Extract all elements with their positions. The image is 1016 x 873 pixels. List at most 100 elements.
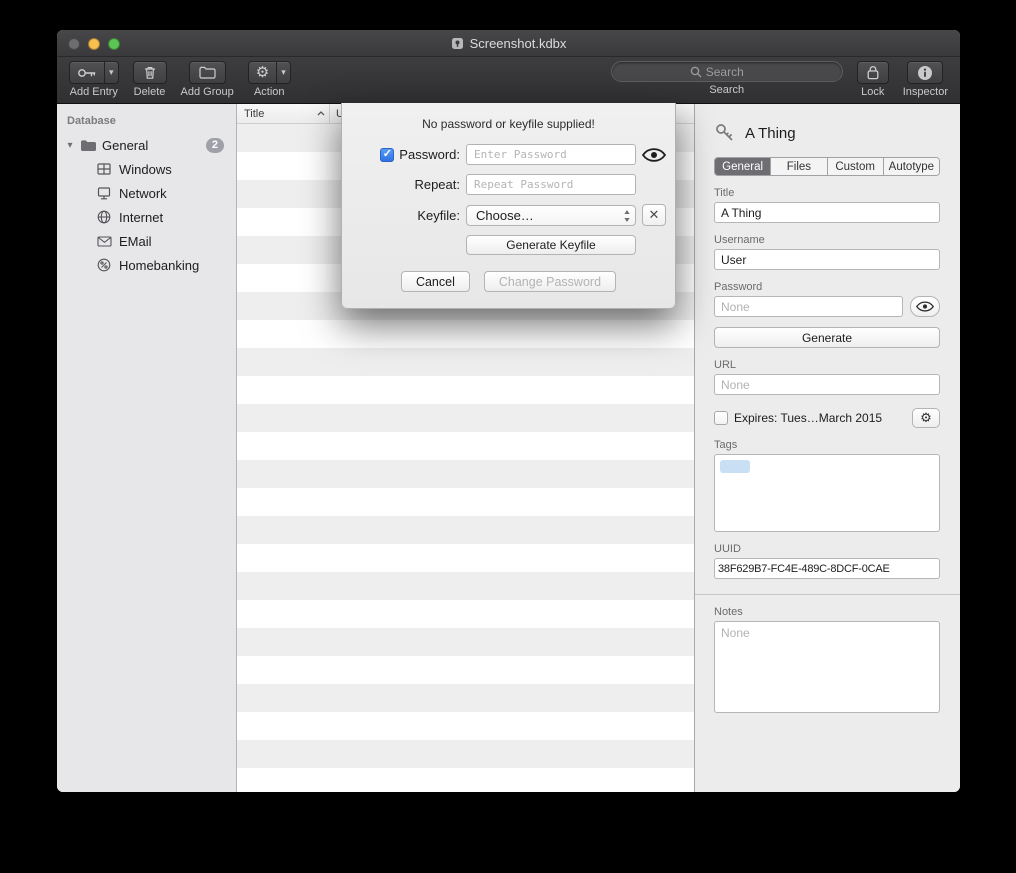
- app-window: Screenshot.kdbx ▾ Add Entry: [57, 30, 960, 792]
- sidebar-item-windows[interactable]: Windows: [57, 157, 236, 181]
- add-group-button[interactable]: [189, 61, 226, 84]
- expires-options-button[interactable]: ⚙: [912, 408, 940, 428]
- column-header-title[interactable]: Title: [237, 104, 330, 123]
- keyfile-popup-value: Choose…: [476, 208, 534, 223]
- url-input[interactable]: [714, 374, 940, 395]
- generate-button-label: Generate: [802, 331, 852, 345]
- entry-title: A Thing: [745, 125, 796, 142]
- sidebar-item-label: Internet: [119, 210, 163, 225]
- disclosure-triangle-icon[interactable]: ▾: [65, 140, 75, 151]
- close-window-button[interactable]: [68, 38, 80, 50]
- dialog-repeat-input[interactable]: [466, 174, 636, 195]
- action-button[interactable]: ⚙ ▾: [248, 61, 291, 84]
- chevron-down-icon: ▾: [281, 68, 286, 77]
- cancel-button[interactable]: Cancel: [401, 271, 470, 292]
- lock-label: Lock: [861, 86, 884, 98]
- username-input[interactable]: [714, 249, 940, 270]
- cancel-button-label: Cancel: [416, 275, 455, 289]
- keyfile-row-label: Keyfile:: [417, 208, 460, 223]
- search-field[interactable]: [611, 61, 843, 82]
- action-label: Action: [254, 86, 285, 98]
- tab-files[interactable]: Files: [770, 158, 826, 175]
- dialog-reveal-password-button[interactable]: [642, 148, 666, 162]
- clear-keyfile-button[interactable]: ✕: [642, 204, 666, 226]
- minimize-window-button[interactable]: [88, 38, 100, 50]
- delete-label: Delete: [134, 86, 166, 98]
- toolbar: ▾ Add Entry Delete Add Group: [57, 57, 960, 104]
- title-input[interactable]: [714, 202, 940, 223]
- url-field-label: URL: [714, 359, 940, 371]
- inspector-label: Inspector: [903, 86, 948, 98]
- sidebar-item-network[interactable]: Network: [57, 181, 236, 205]
- network-icon: [96, 187, 112, 200]
- add-group-toolbar-item: Add Group: [181, 61, 234, 98]
- sidebar-section-header: Database: [57, 112, 236, 133]
- generate-password-button[interactable]: Generate: [714, 327, 940, 348]
- search-icon: [690, 66, 702, 78]
- notes-field-label: Notes: [714, 606, 940, 618]
- tab-autotype[interactable]: Autotype: [883, 158, 939, 175]
- reveal-password-button[interactable]: [910, 296, 940, 317]
- search-label: Search: [709, 84, 744, 96]
- expires-checkbox[interactable]: [714, 411, 728, 425]
- sidebar-item-homebanking[interactable]: Homebanking: [57, 253, 236, 277]
- sort-ascending-icon: [317, 111, 325, 116]
- tab-custom[interactable]: Custom: [827, 158, 883, 175]
- search-input[interactable]: [706, 65, 764, 79]
- password-input[interactable]: [714, 296, 903, 317]
- uuid-field-label: UUID: [714, 543, 940, 555]
- delete-button[interactable]: [133, 61, 167, 84]
- notes-input[interactable]: None: [714, 621, 940, 713]
- action-dropdown-button[interactable]: ▾: [276, 62, 290, 83]
- dialog-message: No password or keyfile supplied!: [342, 117, 675, 131]
- password-row-label: Password:: [380, 147, 460, 162]
- sidebar-item-label: EMail: [119, 234, 152, 249]
- lock-button[interactable]: [857, 61, 889, 84]
- entry-count-badge: 2: [206, 138, 224, 153]
- gear-icon: ⚙: [249, 62, 276, 83]
- sidebar-item-label: Windows: [119, 162, 172, 177]
- sidebar-item-email[interactable]: EMail: [57, 229, 236, 253]
- folder-plus-icon: [199, 66, 216, 79]
- inspector-button[interactable]: [907, 61, 943, 84]
- window-title-area: Screenshot.kdbx: [451, 36, 567, 51]
- password-checkbox[interactable]: [380, 148, 394, 162]
- titlebar[interactable]: Screenshot.kdbx: [57, 30, 960, 57]
- repeat-row-label: Repeat:: [414, 177, 460, 192]
- generate-keyfile-label: Generate Keyfile: [506, 238, 595, 252]
- tags-field-label: Tags: [714, 439, 940, 451]
- username-field-label: Username: [714, 234, 940, 246]
- sidebar-item-label: Network: [119, 186, 167, 201]
- entry-header: A Thing: [714, 122, 940, 144]
- dialog-password-input[interactable]: [466, 144, 636, 165]
- tag-token[interactable]: [720, 460, 750, 473]
- zoom-window-button[interactable]: [108, 38, 120, 50]
- uuid-input[interactable]: [714, 558, 940, 579]
- keyfile-label: Keyfile:: [417, 208, 460, 223]
- add-entry-button[interactable]: ▾: [69, 61, 119, 84]
- sidebar: Database ▾ General 2 Windows: [57, 104, 237, 792]
- tab-general[interactable]: General: [715, 158, 770, 175]
- change-password-dialog: No password or keyfile supplied! Passwor…: [341, 103, 676, 309]
- chevron-down-icon: ▾: [109, 68, 114, 77]
- folder-icon: [80, 139, 97, 152]
- add-entry-dropdown-button[interactable]: ▾: [104, 62, 118, 83]
- inspector-tabs: General Files Custom Autotype: [714, 157, 940, 176]
- eye-icon: [642, 148, 666, 162]
- sidebar-item-internet[interactable]: Internet: [57, 205, 236, 229]
- delete-toolbar-item: Delete: [133, 61, 167, 98]
- document-proxy-icon: [451, 37, 464, 50]
- inspector-divider: [695, 594, 960, 595]
- key-icon: [714, 122, 736, 144]
- lock-icon: [867, 65, 879, 80]
- repeat-label: Repeat:: [414, 177, 460, 192]
- title-field-label: Title: [714, 187, 940, 199]
- change-password-button[interactable]: Change Password: [484, 271, 616, 292]
- tags-input[interactable]: [714, 454, 940, 532]
- generate-keyfile-button[interactable]: Generate Keyfile: [466, 235, 636, 255]
- keyfile-popup-button[interactable]: Choose…: [466, 205, 636, 226]
- search-toolbar-item: Search: [611, 61, 843, 96]
- sidebar-group-general[interactable]: ▾ General 2: [57, 133, 236, 157]
- eye-icon: [916, 301, 934, 312]
- notes-placeholder: None: [721, 626, 750, 640]
